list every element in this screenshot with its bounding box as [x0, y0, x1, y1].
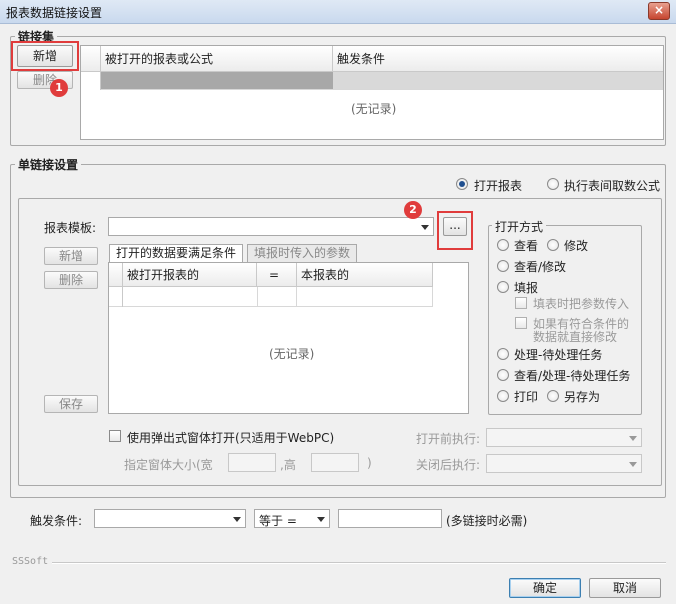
- open-view-pending-label: 查看/处理-待处理任务: [514, 369, 631, 383]
- before-open-label: 打开前执行:: [416, 432, 481, 446]
- table-row[interactable]: [109, 287, 433, 307]
- trigger-operator-select[interactable]: 等于 =: [254, 509, 330, 528]
- single-link-label: 单链接设置: [15, 156, 82, 173]
- row-indicator: [109, 287, 123, 307]
- popup-window-checkbox[interactable]: [109, 430, 121, 442]
- popup-window-label: 使用弹出式窗体打开(只适用于WebPC): [127, 431, 335, 445]
- after-close-select[interactable]: [486, 454, 642, 473]
- row-header-cell: [109, 263, 123, 287]
- chevron-down-icon: [629, 435, 637, 441]
- tab-conditions[interactable]: 打开的数据要满足条件: [109, 244, 244, 262]
- open-view-pending-radio[interactable]: [497, 369, 509, 381]
- open-print-label: 打印: [514, 390, 539, 404]
- column-header[interactable]: 被打开的报表或公式: [101, 46, 333, 72]
- column-header[interactable]: =: [257, 263, 297, 287]
- link-set-table: 被打开的报表或公式 触发条件 (无记录): [80, 45, 664, 140]
- empty-text: (无记录): [351, 102, 397, 116]
- open-view-modify-label: 查看/修改: [514, 260, 567, 274]
- column-header[interactable]: 本报表的: [297, 263, 433, 287]
- open-mode-label: 打开方式: [492, 218, 547, 235]
- column-header[interactable]: 被打开报表的: [123, 263, 257, 287]
- chevron-down-icon: [233, 516, 241, 522]
- before-open-select[interactable]: [486, 428, 642, 447]
- mode-open-report-radio[interactable]: [456, 178, 468, 190]
- empty-text: (无记录): [269, 347, 315, 361]
- window-width-input[interactable]: [228, 453, 276, 472]
- open-fill-label: 填报: [514, 281, 539, 295]
- step-badge-2: 2: [404, 201, 422, 219]
- open-print-radio[interactable]: [497, 390, 509, 402]
- open-modify-radio[interactable]: [547, 239, 559, 251]
- conditions-table: 被打开报表的 = 本报表的 (无记录): [108, 262, 469, 414]
- condition-delete-button[interactable]: 删除: [44, 271, 98, 289]
- window-title: 报表数据链接设置: [6, 6, 103, 20]
- cancel-button[interactable]: 取消: [589, 578, 661, 598]
- ok-button[interactable]: 确定: [509, 578, 581, 598]
- chevron-down-icon: [317, 516, 325, 522]
- mode-formula-label: 执行表间取数公式: [564, 179, 661, 193]
- table-cell[interactable]: [257, 287, 297, 307]
- highlight-box-1: [11, 41, 79, 71]
- table-cell[interactable]: [101, 72, 333, 89]
- mode-formula-radio[interactable]: [547, 178, 559, 190]
- chevron-down-icon: [629, 461, 637, 467]
- open-view-modify-radio[interactable]: [497, 260, 509, 272]
- open-pending-radio[interactable]: [497, 348, 509, 360]
- open-view-radio[interactable]: [497, 239, 509, 251]
- height-separator: ,高: [280, 458, 296, 472]
- row-indicator: [81, 72, 101, 90]
- open-fill-radio[interactable]: [497, 281, 509, 293]
- table-row[interactable]: [81, 72, 663, 90]
- after-close-label: 关闭后执行:: [416, 458, 481, 472]
- step-badge-1: 1: [50, 79, 68, 97]
- trigger-field-select[interactable]: [94, 509, 246, 528]
- row-header-cell: [81, 46, 101, 72]
- window-height-input[interactable]: [311, 453, 359, 472]
- condition-save-button[interactable]: 保存: [44, 395, 98, 413]
- trigger-label: 触发条件:: [30, 514, 83, 528]
- operator-value: 等于 =: [259, 514, 297, 528]
- open-pending-label: 处理-待处理任务: [514, 348, 603, 362]
- window-size-label: 指定窗体大小(宽: [124, 458, 213, 472]
- open-save-as-radio[interactable]: [547, 390, 559, 402]
- trigger-value-input[interactable]: [338, 509, 442, 528]
- chevron-down-icon: [421, 224, 429, 230]
- title-bar: 报表数据链接设置 ×: [0, 0, 676, 24]
- condition-add-button[interactable]: 新增: [44, 247, 98, 265]
- fill-direct-checkbox[interactable]: [515, 317, 527, 329]
- open-modify-label: 修改: [564, 239, 589, 253]
- report-template-label: 报表模板:: [44, 221, 97, 235]
- table-cell[interactable]: [297, 287, 433, 307]
- mode-open-report-label: 打开报表: [474, 179, 523, 193]
- close-button[interactable]: ×: [648, 2, 670, 20]
- footer-divider: [52, 562, 666, 564]
- fill-param-checkbox[interactable]: [515, 297, 527, 309]
- brand-label: SSSoft: [12, 556, 49, 567]
- tab-params[interactable]: 填报时传入的参数: [247, 244, 358, 262]
- open-view-label: 查看: [514, 239, 539, 253]
- fill-param-label: 填表时把参数传入: [533, 297, 630, 311]
- report-template-select[interactable]: [108, 217, 434, 236]
- highlight-box-2: [437, 211, 473, 250]
- fill-direct-label-2: 数据就直接修改: [533, 330, 618, 344]
- table-cell[interactable]: [333, 72, 663, 89]
- trigger-note: (多链接时必需): [446, 514, 528, 528]
- close-paren: ): [367, 456, 372, 470]
- open-save-as-label: 另存为: [564, 390, 601, 404]
- column-header[interactable]: 触发条件: [333, 46, 663, 72]
